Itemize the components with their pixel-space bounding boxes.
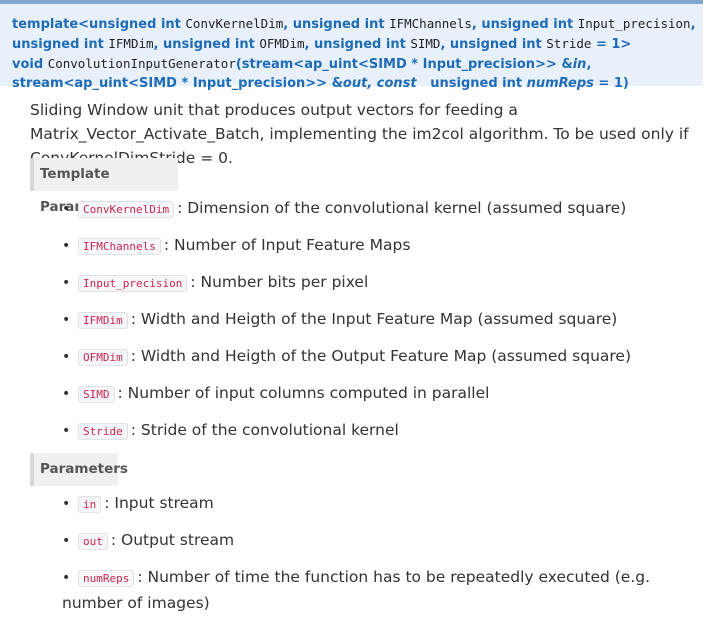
parameters-heading: Parameters	[30, 453, 128, 486]
sig-text: , unsigned int	[440, 37, 547, 52]
sig-arg-name: in	[572, 57, 587, 72]
sig-text: (stream<ap_uint<SIMD * Input_precision>>…	[235, 57, 573, 72]
function-name: ConvolutionInputGenerator	[47, 56, 236, 71]
template-param-item: • Stride: Stride of the convolutional ker…	[62, 418, 702, 444]
signature-line-2: unsigned int IFMDim, unsigned int OFMDim…	[12, 34, 703, 54]
sig-text: void	[12, 57, 48, 72]
param-code: in	[78, 496, 102, 513]
bullet-icon: •	[62, 533, 71, 549]
sig-param-name: IFMChannels	[389, 16, 472, 31]
param-code: Input_precision	[78, 275, 188, 292]
param-desc: : Width and Heigth of the Input Feature …	[130, 310, 618, 328]
bullet-icon: •	[62, 275, 71, 291]
sig-text: ,	[586, 57, 592, 72]
bullet-icon: •	[62, 238, 71, 254]
sig-text: , unsigned int	[283, 17, 390, 32]
param-item: • out: Output stream	[62, 528, 702, 554]
sig-text: , unsigned int	[471, 17, 578, 32]
template-param-item: • OFMDim: Width and Heigth of the Output …	[62, 344, 702, 370]
param-desc: : Width and Heigth of the Output Feature…	[130, 347, 632, 365]
signature-line-1: template<unsigned int ConvKernelDim, uns…	[12, 14, 703, 34]
sig-text: unsigned int	[430, 76, 527, 91]
sig-param-name: OFMDim	[259, 36, 305, 51]
param-code: SIMD	[78, 386, 115, 403]
sig-param-name: Stride	[546, 36, 592, 51]
template-param-item: • SIMD: Number of input columns computed …	[62, 381, 702, 407]
sig-text: unsigned int	[12, 37, 109, 52]
param-code: Stride	[78, 423, 128, 440]
param-code: OFMDim	[78, 349, 128, 366]
sig-arg-name: out	[342, 76, 368, 91]
sig-text: , unsigned int	[153, 37, 260, 52]
sig-arg-name: numReps	[526, 76, 594, 91]
template-param-item: • IFMDim: Width and Heigth of the Input F…	[62, 307, 702, 333]
param-item: • numReps: Number of time the function ha…	[62, 565, 702, 615]
sig-text: ,	[690, 17, 696, 32]
template-param-item: • IFMChannels: Number of Input Feature Ma…	[62, 233, 702, 259]
bullet-icon: •	[62, 312, 71, 328]
sig-text: , const	[367, 76, 422, 91]
sig-param-name: ConvKernelDim	[185, 16, 284, 31]
param-item: • in: Input stream	[62, 491, 702, 517]
param-desc: : Number of Input Feature Maps	[163, 236, 411, 254]
bullet-icon: •	[62, 386, 71, 402]
template-parameters-heading: Template Parameters	[30, 158, 178, 215]
function-signature: template<unsigned int ConvKernelDim, uns…	[0, 0, 703, 91]
signature-line-3: void ConvolutionInputGenerator(stream<ap…	[12, 54, 703, 74]
param-desc: : Dimension of the convolutional kernel …	[177, 199, 627, 217]
param-code: out	[78, 533, 108, 550]
bullet-icon: •	[62, 423, 71, 439]
param-code: IFMDim	[78, 312, 128, 329]
signature-line-4: stream<ap_uint<SIMD * Input_precision>> …	[12, 74, 703, 93]
sig-text: = 1)	[593, 76, 629, 91]
param-code: numReps	[78, 570, 135, 587]
sig-text: , unsigned int	[304, 37, 411, 52]
sig-param-name: IFMDim	[108, 36, 154, 51]
bullet-icon: •	[62, 201, 71, 217]
sig-param-name: Input_precision	[577, 16, 691, 31]
param-code: ConvKernelDim	[78, 201, 175, 218]
sig-text: stream<ap_uint<SIMD * Input_precision>> …	[12, 76, 343, 91]
bullet-icon: •	[62, 496, 71, 512]
param-desc: : Output stream	[110, 531, 235, 549]
param-desc: : Number of time the function has to be …	[62, 568, 651, 612]
param-desc: : Input stream	[104, 494, 214, 512]
param-desc: : Number of input columns computed in pa…	[117, 384, 490, 402]
template-param-item: • ConvKernelDim: Dimension of the convolu…	[62, 196, 702, 222]
sig-text: template<unsigned int	[12, 17, 186, 32]
template-param-item: • Input_precision: Number bits per pixel	[62, 270, 702, 296]
param-code: IFMChannels	[78, 238, 161, 255]
param-desc: : Number bits per pixel	[190, 273, 369, 291]
sig-text: = 1>	[591, 37, 632, 52]
param-desc: : Stride of the convolutional kernel	[130, 421, 399, 439]
bullet-icon: •	[62, 570, 71, 586]
sig-param-name: SIMD	[410, 36, 441, 51]
bullet-icon: •	[62, 349, 71, 365]
